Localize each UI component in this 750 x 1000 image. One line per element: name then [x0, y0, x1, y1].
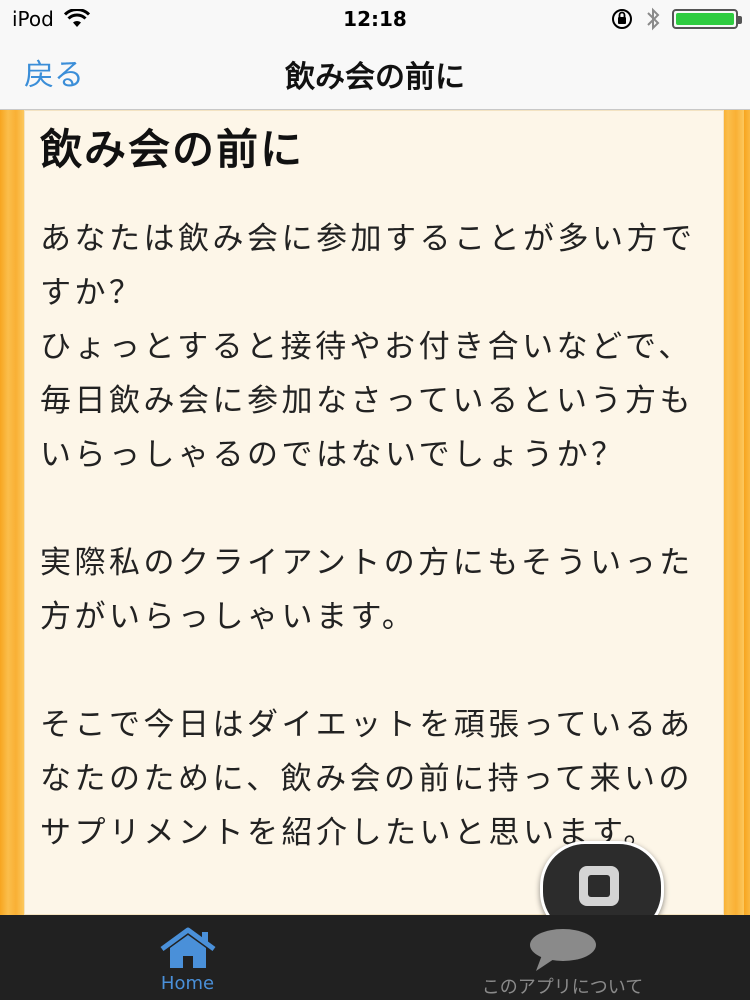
speech-bubble-icon: [528, 927, 598, 977]
battery-tip: [738, 16, 742, 24]
orientation-lock-icon: [610, 7, 634, 31]
bluetooth-icon: [646, 7, 660, 31]
article-paragraph: 実際私のクライアントの方にもそういった方がいらっしゃいます。: [40, 545, 694, 635]
tab-home-label: Home: [160, 973, 215, 994]
article-paragraph: そこで今日はダイエットを頑張っているあなたのために、飲み会の前に持って来いのサプ…: [40, 707, 694, 851]
tab-about-app[interactable]: このアプリについて: [375, 915, 750, 1000]
status-bar: iPod 12:18: [0, 0, 750, 38]
article-heading: 飲み会の前に: [40, 125, 305, 174]
status-right: [610, 7, 742, 31]
navigation-bar: 戻る 飲み会の前に: [0, 38, 750, 110]
tab-about-app-label: このアプリについて: [481, 977, 644, 998]
tab-home[interactable]: Home: [0, 915, 375, 1000]
article-body: あなたは飲み会に参加することが多い方ですか？ ひょっとすると接待やお付き合いなど…: [40, 212, 712, 860]
battery-level-fill: [676, 13, 734, 25]
tab-bar: Home このアプリについて: [0, 915, 750, 1000]
stop-square-icon: [579, 866, 619, 906]
article-container[interactable]: 飲み会の前に あなたは飲み会に参加することが多い方ですか？ ひょっとすると接待や…: [24, 110, 724, 915]
battery-icon: [672, 9, 742, 29]
home-icon: [158, 927, 218, 975]
nav-title: 飲み会の前に: [285, 60, 465, 95]
article-paragraph: あなたは飲み会に参加することが多い方ですか？ ひょっとすると接待やお付き合いなど…: [40, 221, 696, 473]
